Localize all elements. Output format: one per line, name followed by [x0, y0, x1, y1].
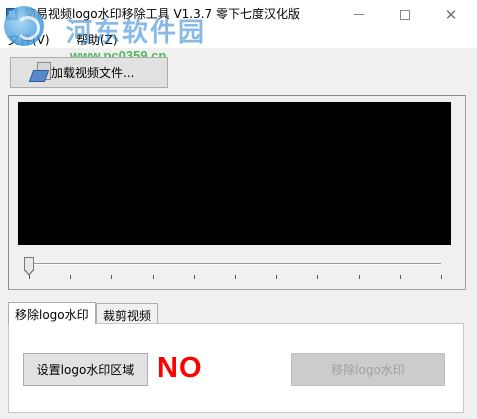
load-video-label: 加载视频文件...: [51, 66, 135, 80]
close-icon: ✕: [444, 5, 458, 24]
title-bar: 简易视频logo水印移除工具 V1.3.7 零下七度汉化版 ✕: [0, 0, 477, 29]
maximize-button[interactable]: [382, 0, 428, 29]
close-button[interactable]: ✕: [428, 0, 474, 29]
seek-tick: [359, 275, 360, 279]
tab-crop-video[interactable]: 裁剪视频: [96, 303, 159, 324]
menu-bar: 文件(V) 帮助(Z): [0, 29, 477, 48]
menu-file[interactable]: 文件(V): [8, 31, 50, 48]
set-logo-region-button[interactable]: 设置logo水印区域: [23, 353, 148, 386]
seek-tick: [70, 275, 71, 279]
video-player-frame: [8, 95, 466, 290]
menu-help[interactable]: 帮助(Z): [76, 31, 118, 48]
minimize-button[interactable]: [336, 0, 382, 29]
seek-tick: [111, 275, 112, 279]
app-icon: [6, 8, 18, 20]
remove-logo-button[interactable]: 移除logo水印: [291, 353, 445, 386]
open-file-icon: [28, 62, 53, 84]
video-preview: [18, 102, 451, 245]
seek-slider-thumb[interactable]: [24, 257, 34, 276]
status-text: NO: [157, 352, 203, 384]
maximize-icon: [400, 9, 410, 20]
seek-tick: [276, 275, 277, 279]
seek-tick: [441, 275, 442, 279]
minimize-icon: [354, 14, 364, 15]
seek-tick: [153, 275, 154, 279]
tab-remove-logo[interactable]: 移除logo水印: [8, 302, 96, 324]
seek-tick: [317, 275, 318, 279]
seek-tick: [235, 275, 236, 279]
window-title: 简易视频logo水印移除工具 V1.3.7 零下七度汉化版: [24, 7, 301, 21]
seek-tick: [194, 275, 195, 279]
seek-tick: [400, 275, 401, 279]
load-video-button[interactable]: 加载视频文件...: [10, 57, 168, 88]
seek-track[interactable]: [29, 263, 441, 265]
